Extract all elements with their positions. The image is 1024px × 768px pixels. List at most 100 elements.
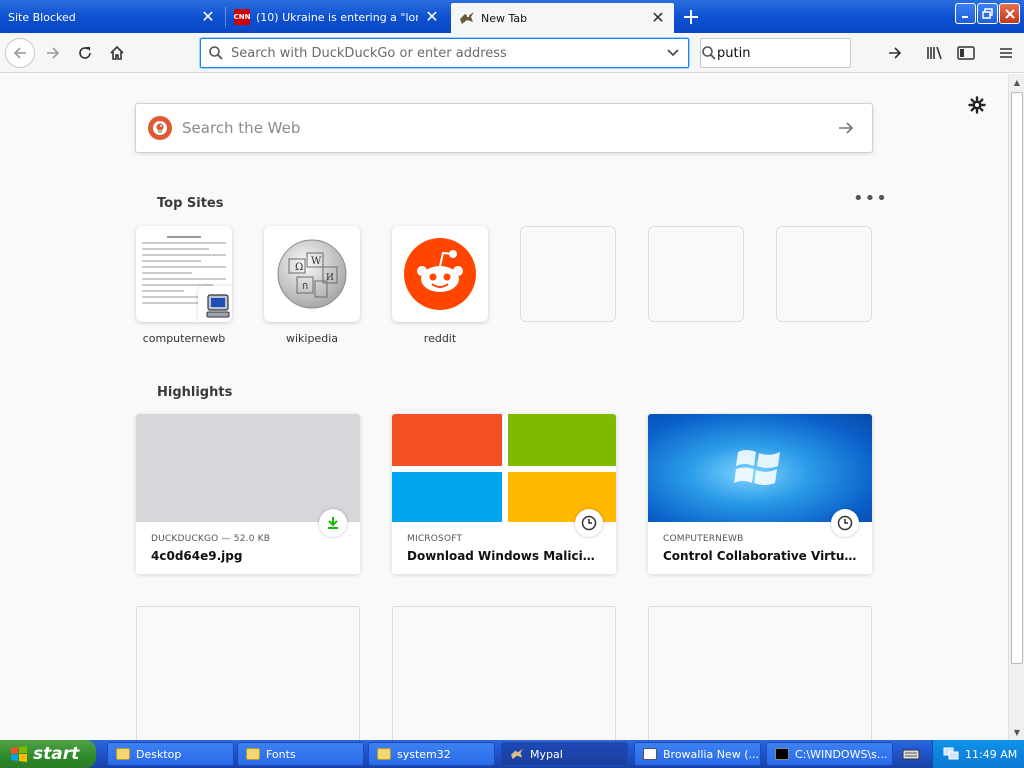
scroll-up-icon[interactable]: ▲ <box>1009 74 1024 90</box>
home-button[interactable] <box>102 38 132 68</box>
taskbar-item-cmd[interactable]: C:\WINDOWS\s... <box>766 742 893 766</box>
duckduckgo-icon <box>148 116 172 140</box>
home-icon <box>110 45 124 60</box>
reload-icon <box>79 47 91 59</box>
restore-button[interactable] <box>977 3 998 24</box>
chevron-down-icon[interactable] <box>658 49 688 57</box>
clock-icon <box>575 509 603 537</box>
tab-cnn-ukraine[interactable]: CNN (10) Ukraine is entering a "long" p … <box>226 2 448 32</box>
taskbar-item-mypal[interactable]: Mypal <box>501 742 628 766</box>
scrollbar-thumb[interactable] <box>1011 92 1023 664</box>
more-options-icon[interactable]: ••• <box>853 190 887 212</box>
tab-new-tab[interactable]: New Tab ✕ <box>451 3 674 33</box>
reload-button[interactable] <box>70 38 100 68</box>
close-icon[interactable]: ✕ <box>200 9 216 25</box>
minimize-button[interactable] <box>955 3 976 24</box>
vertical-scrollbar[interactable]: ▲ ▼ <box>1008 74 1024 740</box>
clock-icon <box>831 509 859 537</box>
cnn-icon: CNN <box>234 9 250 25</box>
keyboard-icon[interactable] <box>902 746 920 762</box>
tab-site-blocked[interactable]: Site Blocked ✕ <box>0 2 224 32</box>
search-icon <box>201 45 231 61</box>
site-thumbnail <box>136 226 232 322</box>
tab-strip: Site Blocked ✕ CNN (10) Ukraine is enter… <box>0 0 1024 33</box>
settings-button[interactable] <box>966 94 988 116</box>
url-input[interactable] <box>231 45 658 61</box>
task-label: Fonts <box>266 747 296 761</box>
folder-icon <box>246 748 260 760</box>
taskbar-item-browallia[interactable]: Browallia New (... <box>634 742 761 766</box>
reddit-icon <box>404 238 476 310</box>
top-site-label: computernewb <box>142 332 226 345</box>
clock[interactable]: 11:49 AM <box>965 748 1017 761</box>
site-thumbnail: Ω W И ก <box>264 226 360 322</box>
highlight-title: Control Collaborative Virtual Ma... <box>663 549 857 563</box>
url-bar[interactable] <box>200 38 689 68</box>
top-site-placeholder[interactable] <box>520 226 616 322</box>
tab-label: (10) Ukraine is entering a "long" p <box>256 10 418 24</box>
taskbar-item-desktop[interactable]: Desktop <box>107 742 234 766</box>
back-arrow-icon <box>13 47 26 59</box>
web-search-input[interactable] <box>182 119 834 137</box>
menu-button[interactable] <box>991 38 1021 68</box>
new-tab-button[interactable] <box>678 4 704 30</box>
plus-icon <box>684 10 698 24</box>
sidebar-button[interactable] <box>951 38 981 68</box>
navigation-toolbar <box>0 33 1024 73</box>
search-arrow-icon[interactable] <box>834 116 858 140</box>
task-label: Mypal <box>530 747 563 761</box>
top-site-reddit[interactable]: reddit <box>392 226 488 345</box>
svg-text:ก: ก <box>302 281 308 292</box>
start-label: start <box>33 744 80 764</box>
library-icon <box>927 46 942 60</box>
highlight-card-computernewb[interactable]: COMPUTERNEWB Control Collaborative Virtu… <box>648 414 872 574</box>
taskbar-item-system32[interactable]: system32 <box>368 742 495 766</box>
windows-logo-icon <box>734 450 780 485</box>
wikipedia-globe-icon: Ω W И ก <box>277 239 347 309</box>
close-icon[interactable]: ✕ <box>424 9 440 25</box>
new-tab-page: Top Sites ••• computernewb Ω W И ก <box>0 74 1008 740</box>
sidebar-icon <box>957 46 975 60</box>
windows-flag-icon <box>11 746 27 762</box>
highlight-card-microsoft[interactable]: MICROSOFT Download Windows Malicious So.… <box>392 414 616 574</box>
task-label: C:\WINDOWS\s... <box>795 747 888 761</box>
cmd-icon <box>775 748 789 760</box>
network-icon[interactable] <box>943 746 959 763</box>
back-button[interactable] <box>5 38 35 68</box>
top-site-placeholder[interactable] <box>776 226 872 322</box>
windows-taskbar: start Desktop Fonts system32 Mypal Browa… <box>0 740 1024 768</box>
web-search-box[interactable] <box>135 103 873 153</box>
system-tray: 11:49 AM <box>932 740 1024 768</box>
highlights-heading: Highlights <box>157 385 233 400</box>
start-button[interactable]: start <box>0 740 96 768</box>
highlight-card-download[interactable]: DUCKDUCKGO — 52.0 KB 4c0d64e9.jpg <box>136 414 360 574</box>
search-bar[interactable] <box>700 38 902 68</box>
hamburger-icon <box>1000 48 1012 58</box>
forward-button[interactable] <box>38 38 68 68</box>
highlight-source: DUCKDUCKGO — 52.0 KB <box>151 534 271 544</box>
close-icon[interactable]: ✕ <box>650 10 666 26</box>
taskbar-item-fonts[interactable]: Fonts <box>237 742 364 766</box>
highlight-source: MICROSOFT <box>407 534 463 544</box>
top-site-wikipedia[interactable]: Ω W И ก wikipedia <box>264 226 360 345</box>
scroll-down-icon[interactable]: ▼ <box>1009 724 1024 740</box>
highlight-thumbnail <box>136 414 360 522</box>
windows7-wallpaper-thumbnail <box>648 414 872 522</box>
task-label: Browallia New (... <box>663 747 759 761</box>
top-site-placeholder[interactable] <box>648 226 744 322</box>
empty-tile <box>776 226 872 322</box>
task-label: system32 <box>397 747 451 761</box>
highlight-title: 4c0d64e9.jpg <box>151 549 243 563</box>
gear-icon <box>968 96 986 114</box>
computer-icon <box>198 286 232 322</box>
close-window-button[interactable] <box>999 3 1020 24</box>
top-site-computernewb[interactable]: computernewb <box>136 226 232 345</box>
empty-tile <box>520 226 616 322</box>
mypal-icon <box>510 748 524 760</box>
empty-tile <box>648 226 744 322</box>
library-button[interactable] <box>920 38 950 68</box>
search-input[interactable] <box>717 45 887 61</box>
svg-text:W: W <box>311 256 322 267</box>
go-arrow-icon[interactable] <box>887 45 903 61</box>
top-sites-heading: Top Sites <box>157 196 224 211</box>
